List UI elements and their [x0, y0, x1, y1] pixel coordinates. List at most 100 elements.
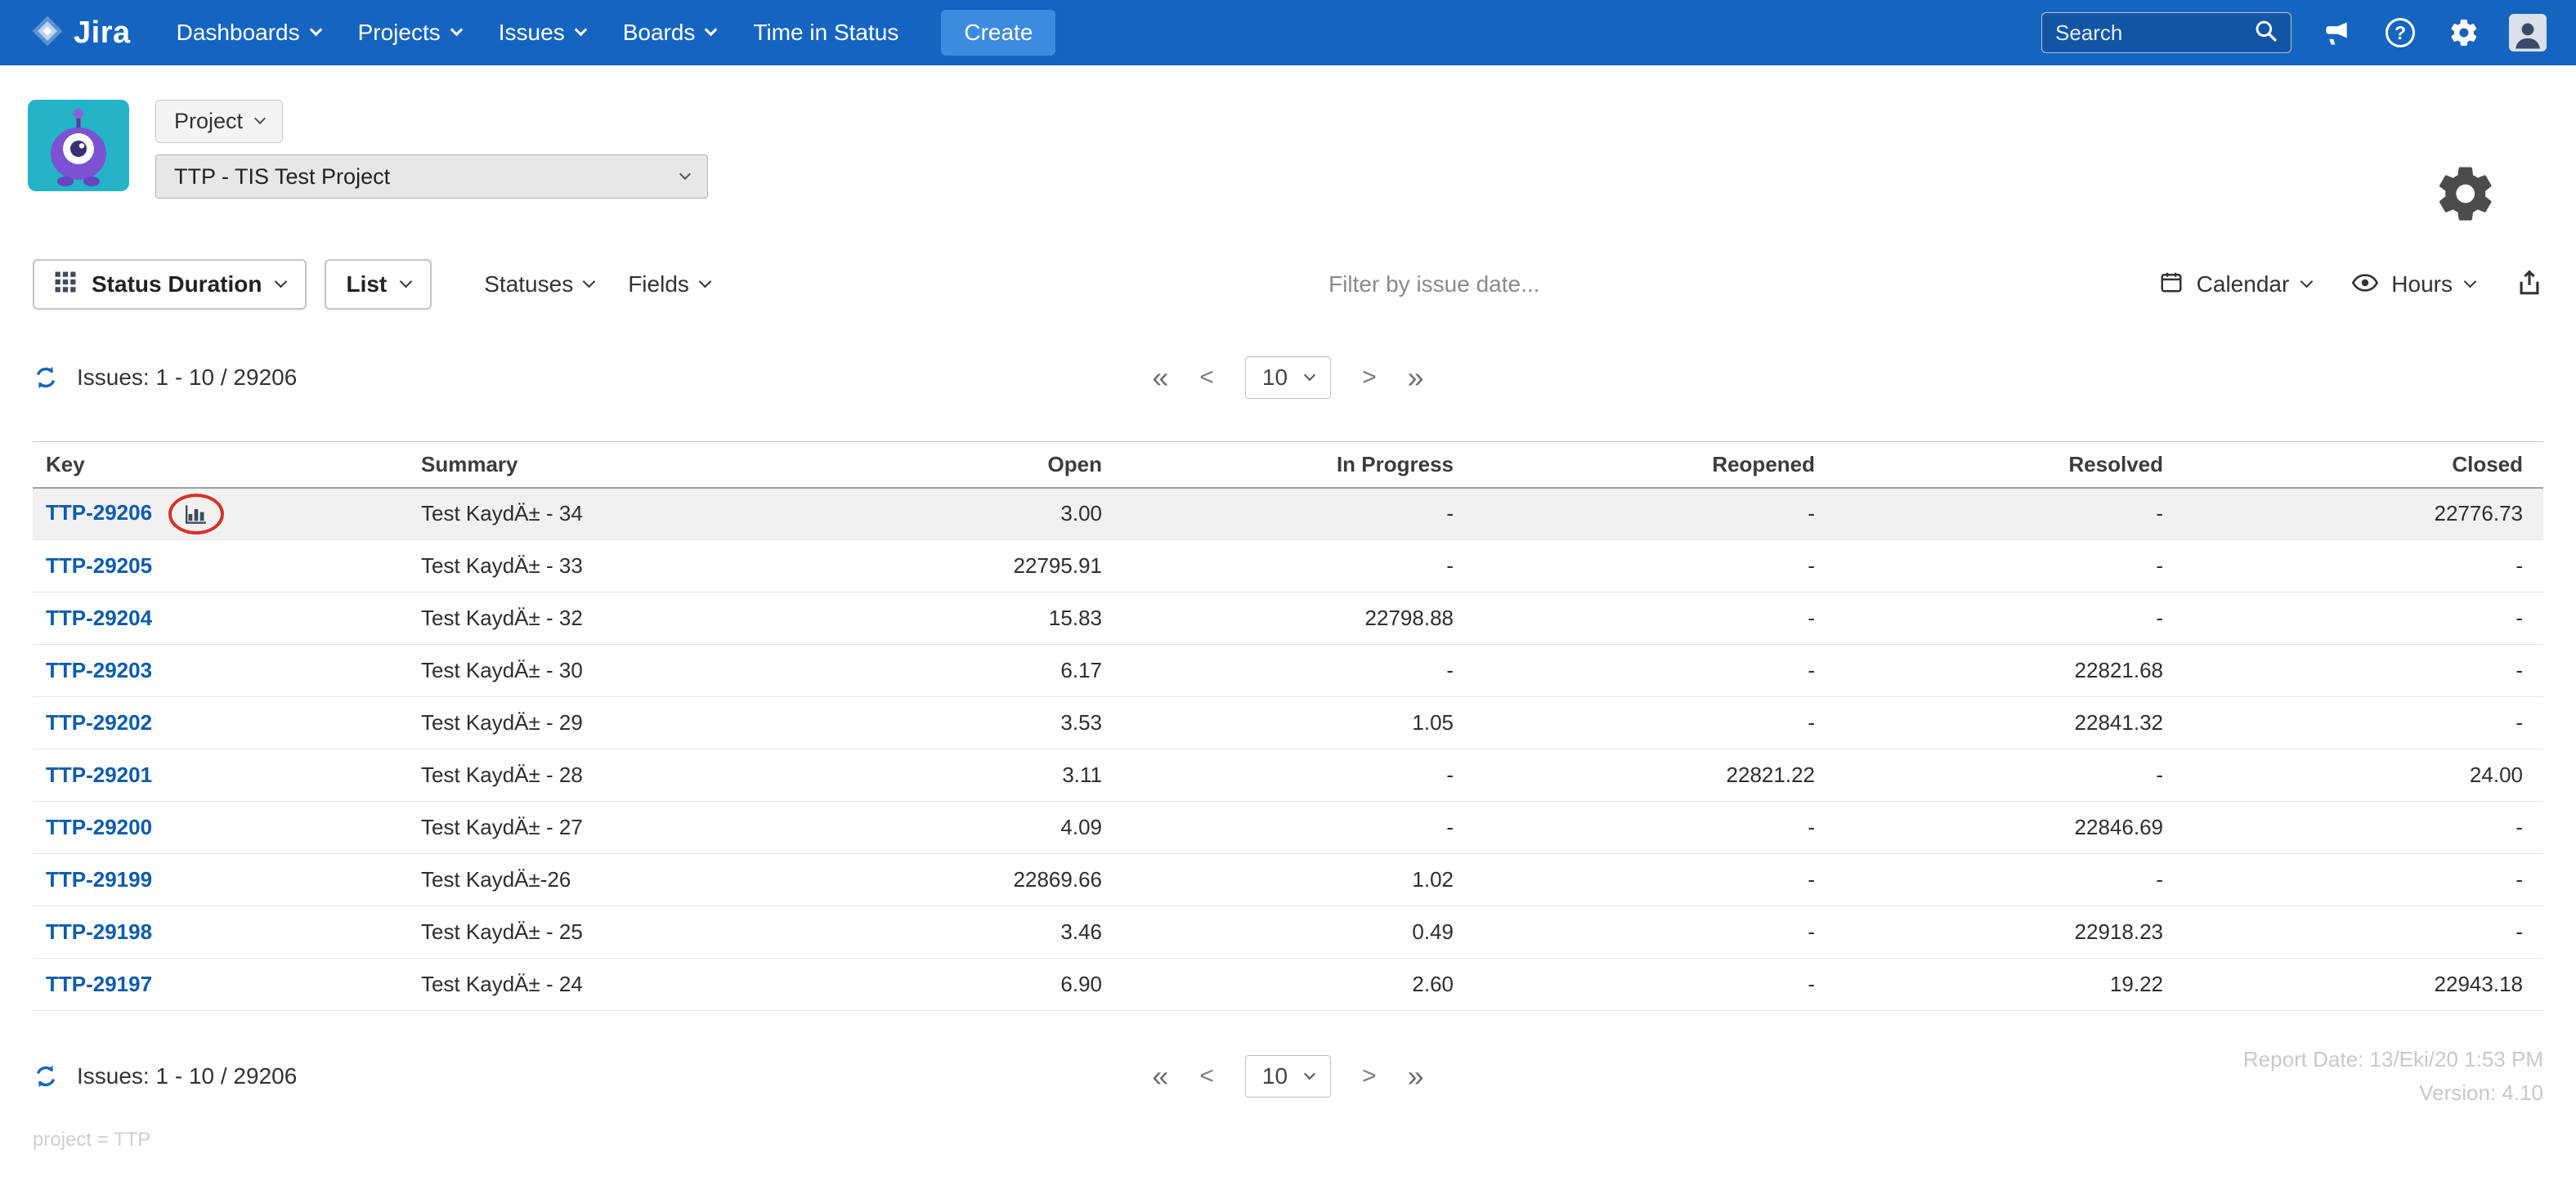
report-settings-gear-icon[interactable]	[2434, 162, 2498, 230]
user-avatar[interactable]	[2509, 14, 2547, 51]
col-header-summary[interactable]: Summary	[420, 441, 878, 489]
calendar-dropdown[interactable]: Calendar	[2159, 270, 2314, 300]
col-header-open[interactable]: Open	[878, 441, 1115, 489]
nav-item-time-in-status[interactable]: Time in Status	[753, 20, 898, 46]
nav-item-issues[interactable]: Issues	[499, 20, 587, 46]
col-header-key[interactable]: Key	[33, 441, 420, 489]
calendar-icon	[2159, 270, 2184, 300]
project-scope-label: Project	[174, 109, 244, 133]
jira-logo-icon	[29, 13, 65, 53]
chevron-down-icon	[253, 112, 267, 125]
issue-key-link[interactable]: TTP-29203	[46, 658, 152, 682]
nav-item-dashboards[interactable]: Dashboards	[177, 20, 322, 46]
issue-key-link[interactable]: TTP-29206	[46, 500, 152, 525]
issue-key-link[interactable]: TTP-29198	[46, 919, 152, 944]
issue-key-link[interactable]: TTP-29199	[46, 867, 152, 892]
pagination-first-button[interactable]: «	[1152, 1059, 1168, 1093]
pagination-prev-button[interactable]: <	[1199, 364, 1214, 391]
issue-date-filter[interactable]: Filter by issue date...	[710, 271, 2159, 297]
col-header-resolved[interactable]: Resolved	[1828, 441, 2176, 489]
report-type-dropdown[interactable]: Status Duration	[33, 259, 307, 310]
nav-item-label: Time in Status	[753, 20, 899, 45]
cell-closed: 22776.73	[2176, 487, 2543, 540]
cell-closed: -	[2176, 539, 2543, 593]
pagination-bottom: « < 10 > »	[1152, 1055, 1424, 1098]
jira-brand[interactable]: Jira	[29, 13, 131, 53]
col-header-in-progress[interactable]: In Progress	[1115, 441, 1467, 489]
project-select[interactable]: TTP - TIS Test Project	[155, 154, 708, 199]
col-header-closed[interactable]: Closed	[2176, 441, 2543, 489]
nav-item-boards[interactable]: Boards	[623, 20, 718, 46]
issue-key-link[interactable]: TTP-29201	[46, 762, 152, 787]
report-type-label: Status Duration	[92, 271, 262, 297]
cell-reopened: -	[1467, 696, 1828, 749]
view-label: List	[346, 271, 388, 297]
cell-summary: Test KaydÄ±-26	[420, 853, 878, 906]
pagination-prev-button[interactable]: <	[1199, 1062, 1214, 1090]
chevron-down-icon	[679, 168, 692, 180]
page-size-value: 10	[1261, 1063, 1288, 1089]
pagination-first-button[interactable]: «	[1152, 360, 1168, 395]
issues-tbody: TTP-29206 Test KaydÄ± - 34 3.00- - -22776.73…	[33, 487, 2543, 1011]
cell-resolved: -	[1828, 539, 2176, 593]
chevron-down-icon	[309, 23, 322, 37]
issues-bar-bottom: Issues: 1 - 10 / 29206 « < 10 > » Report…	[0, 1047, 2576, 1106]
row-chart-button[interactable]	[168, 493, 225, 534]
search-box[interactable]	[2041, 12, 2292, 53]
issue-key-link[interactable]: TTP-29205	[46, 553, 152, 578]
issue-key-link[interactable]: TTP-29204	[46, 606, 152, 630]
issue-key-link[interactable]: TTP-29200	[46, 815, 152, 839]
eye-icon	[2352, 271, 2379, 297]
cell-reopened: -	[1467, 592, 1828, 645]
admin-gear-icon[interactable]	[2445, 14, 2483, 51]
cell-closed: -	[2176, 853, 2543, 906]
view-dropdown[interactable]: List	[325, 259, 432, 310]
search-input[interactable]	[2054, 19, 2253, 47]
cell-summary: Test KaydÄ± - 30	[420, 644, 878, 697]
table-row: TTP-29198 Test KaydÄ± - 25 3.46 0.49-22918.…	[33, 906, 2543, 959]
cell-in_progress: 22798.88	[1115, 592, 1467, 645]
table-row: TTP-29204 Test KaydÄ± - 32 15.83 22798.88- -…	[33, 592, 2543, 645]
create-button[interactable]: Create	[941, 10, 1056, 56]
help-icon[interactable]: ?	[2381, 14, 2419, 51]
nav-item-projects[interactable]: Projects	[358, 20, 464, 46]
cell-open: 15.83	[878, 592, 1115, 645]
units-dropdown[interactable]: Hours	[2352, 271, 2477, 297]
refresh-icon[interactable]	[33, 1063, 59, 1089]
page-size-select[interactable]: 10	[1244, 356, 1332, 399]
statuses-dropdown[interactable]: Statuses	[484, 271, 596, 297]
issue-key-link[interactable]: TTP-29197	[46, 972, 152, 996]
page-size-select[interactable]: 10	[1244, 1055, 1332, 1098]
cell-summary: Test KaydÄ± - 33	[420, 539, 878, 593]
pagination-next-button[interactable]: >	[1362, 1062, 1377, 1090]
pagination-next-button[interactable]: >	[1362, 364, 1377, 391]
col-header-reopened[interactable]: Reopened	[1467, 441, 1828, 489]
project-scope-button[interactable]: Project	[155, 100, 284, 143]
cell-in_progress: 1.05	[1115, 696, 1467, 749]
grid-icon	[54, 271, 77, 299]
cell-open: 3.11	[878, 749, 1115, 802]
cell-summary: Test KaydÄ± - 32	[420, 592, 878, 645]
cell-resolved: -	[1828, 487, 2176, 540]
cell-reopened: -	[1467, 958, 1828, 1011]
cell-in_progress: 2.60	[1115, 958, 1467, 1011]
fields-dropdown[interactable]: Fields	[628, 271, 712, 297]
cell-summary: Test KaydÄ± - 29	[420, 696, 878, 749]
project-avatar	[28, 100, 129, 191]
issues-table-wrap: Key Summary Open In Progress Reopened Re…	[33, 441, 2543, 1011]
refresh-icon[interactable]	[33, 364, 59, 391]
pagination-last-button[interactable]: »	[1408, 360, 1424, 395]
page-size-value: 10	[1261, 364, 1288, 390]
cell-in_progress: -	[1115, 749, 1467, 802]
pagination-last-button[interactable]: »	[1408, 1059, 1424, 1093]
export-icon[interactable]	[2516, 269, 2543, 301]
cell-in_progress: 0.49	[1115, 906, 1467, 959]
cell-closed: -	[2176, 644, 2543, 697]
issue-key-link[interactable]: TTP-29202	[46, 710, 152, 735]
feedback-megaphone-icon[interactable]	[2318, 14, 2355, 51]
cell-reopened: -	[1467, 644, 1828, 697]
search-icon[interactable]	[2253, 18, 2279, 48]
cell-summary: Test KaydÄ± - 27	[420, 801, 878, 854]
issues-count: Issues: 1 - 10 / 29206	[77, 364, 298, 390]
jql-query-text: project = TTP	[33, 1129, 151, 1151]
